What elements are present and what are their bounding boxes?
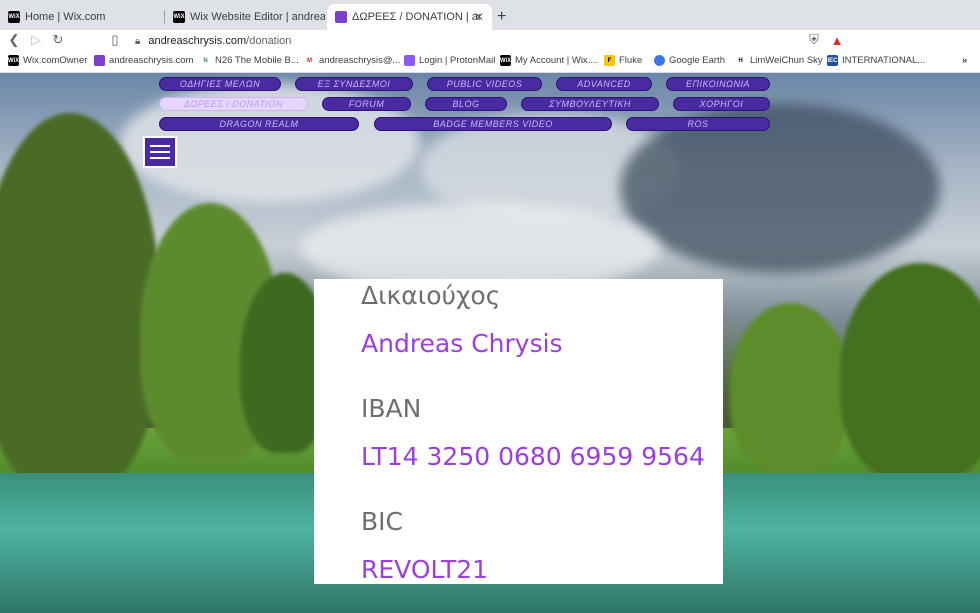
gmail-icon: M <box>307 57 312 64</box>
back-icon[interactable]: ❮ <box>6 32 22 48</box>
bic-label: BIC <box>361 507 403 536</box>
iec-icon: IEC <box>827 55 838 66</box>
bookmarks-bar: WiX Wix.comOwner andreaschrysis.com N N2… <box>0 52 980 73</box>
rewards-icon[interactable]: ▲ <box>829 32 845 48</box>
bookmark-item[interactable]: WiX My Account | Wix.... <box>500 55 598 66</box>
menu-item-donation[interactable]: ΔΩΡΕΕΣ / DONATION <box>159 97 308 111</box>
tab-title: ΔΩΡΕΕΣ / DONATION | andreas <box>352 11 480 23</box>
menu-item-sponsors[interactable]: ΧΟΡΗΓΟΙ <box>673 97 770 111</box>
holder-label: Δικαιούχος <box>361 281 501 310</box>
more-bookmarks-icon[interactable]: » <box>962 55 967 66</box>
bookmark-item[interactable]: IEC INTERNATIONAL... <box>827 55 925 66</box>
bookmark-label: My Account | Wix.... <box>515 55 599 66</box>
close-icon[interactable]: ✕ <box>474 10 484 24</box>
bic-value: REVOLT21 <box>361 555 489 584</box>
bookmark-label: Google Earth <box>669 55 725 66</box>
new-tab-icon[interactable]: + <box>497 8 506 26</box>
address-host: andreaschrysis.com <box>148 35 247 47</box>
bookmark-label: LimWeiChun Sky <box>750 55 823 66</box>
wix-icon: WiX <box>8 11 20 23</box>
iban-value: LT14 3250 0680 6959 9564 <box>361 442 705 471</box>
tab-wix-editor[interactable]: WiX Wix Website Editor | andreaschrysis <box>165 4 327 30</box>
bookmark-label: andreaschrysis.com <box>109 55 194 66</box>
hamburger-menu-button[interactable] <box>143 136 177 168</box>
address-bar[interactable]: 🔒︎ andreaschrysis.com/donation <box>135 31 825 51</box>
bookmark-item[interactable]: N N26 The Mobile B... <box>200 55 299 66</box>
menu-item-dragon-realm[interactable]: DRAGON REALM <box>159 117 359 131</box>
menu-item-badge-members-video[interactable]: BADGE MEMBERS VIDEO <box>374 117 612 131</box>
bookmark-item[interactable]: WiX Wix.comOwner <box>8 55 87 66</box>
tab-home-wix[interactable]: WiX Home | Wix.com <box>0 4 165 30</box>
earth-icon <box>654 55 665 66</box>
tab-title: Wix Website Editor | andreaschrysis <box>190 11 325 23</box>
bookmark-label: Fluke <box>619 55 643 66</box>
tab-donation[interactable]: ΔΩΡΕΕΣ / DONATION | andreas ✕ <box>327 4 492 30</box>
menu-item-contact[interactable]: ΕΠΙΚΟΙΝΩΝΙΑ <box>666 77 770 91</box>
reload-icon[interactable]: ↻ <box>50 32 66 48</box>
donation-info-card: Δικαιούχος Andreas Chrysis IBAN LT14 325… <box>314 279 723 584</box>
bookmark-item[interactable]: Login | ProtonMail <box>404 55 495 66</box>
browser-toolbar: ❮ ▷ ↻ ▯ 🔒︎ andreaschrysis.com/donation ⛨… <box>0 30 980 52</box>
iban-label: IBAN <box>361 394 422 423</box>
hamburger-line <box>150 145 170 147</box>
address-path: /donation <box>246 35 292 47</box>
n26-icon: N <box>203 57 208 64</box>
menu-item-blog[interactable]: BLOG <box>425 97 507 111</box>
tree <box>730 303 850 473</box>
wix-icon: WiX <box>8 55 19 66</box>
bookmark-item[interactable]: M andreaschrysis@... <box>304 55 400 66</box>
bookmark-item[interactable]: Google Earth <box>654 55 725 66</box>
bookmark-label: andreaschrysis@... <box>319 55 401 66</box>
bookmark-item[interactable]: F Fluke <box>604 55 642 66</box>
page-content: ΟΔΗΓΙΕΣ ΜΕΛΩΝ ΕΞ ΣΥΝΔΕΣΜΟΙ PUBLIC VIDEOS… <box>0 73 980 613</box>
wix-icon: WiX <box>500 55 511 66</box>
menu-item-member-guide[interactable]: ΟΔΗΓΙΕΣ ΜΕΛΩΝ <box>159 77 281 91</box>
wix-icon: WiX <box>173 11 185 23</box>
protonmail-icon <box>404 55 415 66</box>
forward-icon[interactable]: ▷ <box>28 32 44 48</box>
menu-item-forum[interactable]: FORUM <box>322 97 411 111</box>
bookmark-label: Wix.comOwner <box>23 55 88 66</box>
bookmark-label: N26 The Mobile B... <box>215 55 299 66</box>
bookmark-label: Login | ProtonMail <box>419 55 496 66</box>
bookmark-icon[interactable]: ▯ <box>107 32 123 48</box>
menu-item-consulting[interactable]: ΣΥΜΒΟΥΛΕΥΤΙΚΗ <box>521 97 659 111</box>
brave-shield-icon[interactable]: ⛨ <box>806 32 822 48</box>
site-icon <box>335 11 347 23</box>
hamburger-line <box>150 157 170 159</box>
menu-item-advanced[interactable]: ADVANCED <box>556 77 652 91</box>
bookmark-item[interactable]: H LimWeiChun Sky <box>735 55 823 66</box>
tab-strip: WiX Home | Wix.com WiX Wix Website Edito… <box>0 0 980 30</box>
limweichun-icon: H <box>738 57 743 64</box>
menu-item-public-videos[interactable]: PUBLIC VIDEOS <box>427 77 542 91</box>
tab-title: Home | Wix.com <box>25 11 106 23</box>
site-icon <box>94 55 105 66</box>
hamburger-line <box>150 151 170 153</box>
fluke-icon: F <box>604 55 615 66</box>
menu-item-external-links[interactable]: ΕΞ ΣΥΝΔΕΣΜΟΙ <box>295 77 413 91</box>
bookmark-item[interactable]: andreaschrysis.com <box>94 55 193 66</box>
tree <box>840 263 980 483</box>
lock-icon: 🔒︎ <box>135 35 141 47</box>
holder-value: Andreas Chrysis <box>361 329 563 358</box>
bookmark-label: INTERNATIONAL... <box>842 55 926 66</box>
menu-item-ros[interactable]: ROS <box>626 117 770 131</box>
